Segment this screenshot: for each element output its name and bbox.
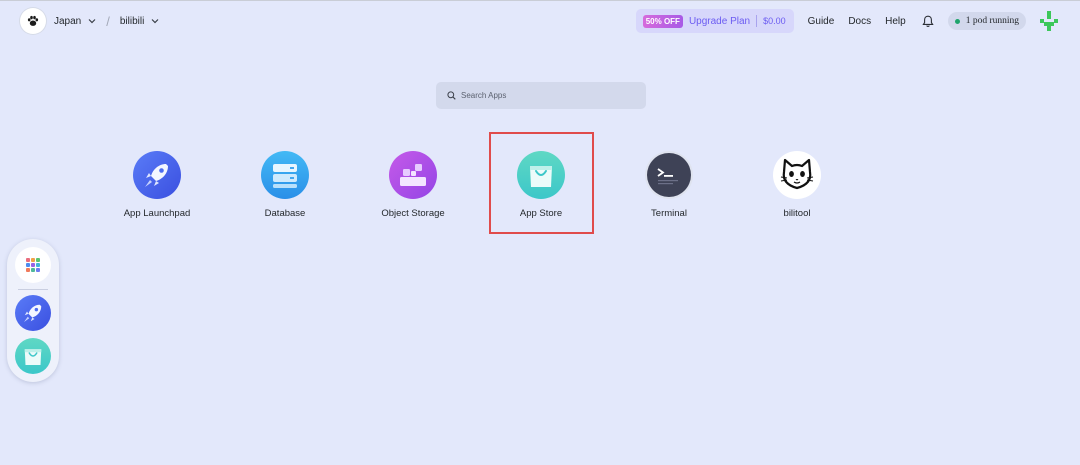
search-icon [447, 87, 456, 105]
database-icon [261, 151, 309, 199]
chevron-down-icon [151, 18, 159, 24]
paw-logo-icon[interactable] [20, 8, 46, 34]
object-storage-tile[interactable]: Object Storage [358, 151, 468, 219]
bell-icon[interactable] [922, 15, 934, 28]
discount-badge: 50% OFF [642, 14, 683, 28]
plan-divider [756, 15, 758, 27]
app-dock [7, 239, 59, 382]
pods-status-badge[interactable]: 1 pod running [947, 12, 1026, 30]
app-label: Object Storage [381, 208, 445, 219]
pixel-avatar-icon[interactable] [1038, 10, 1060, 32]
breadcrumb-separator: / [106, 13, 110, 29]
help-link[interactable]: Help [885, 16, 906, 27]
bilitool-tile[interactable]: bilitool [742, 151, 852, 219]
app-label: Database [264, 208, 306, 219]
guide-link[interactable]: Guide [808, 16, 835, 27]
top-bar: Japan / bilibili 50% OFF Upgrade Plan $0… [0, 1, 1080, 41]
workspace-label: bilibili [119, 15, 145, 27]
upgrade-plan-label: Upgrade Plan [688, 15, 751, 27]
terminal-icon [645, 151, 693, 199]
rocket-icon[interactable] [15, 295, 51, 331]
top-bar-left: Japan / bilibili [20, 8, 159, 34]
search-input[interactable] [461, 91, 631, 100]
region-label: Japan [54, 15, 82, 27]
database-tile[interactable]: Database [230, 151, 340, 219]
object-storage-icon [389, 151, 437, 199]
shopping-bag-icon[interactable] [15, 338, 51, 374]
plan-price: $0.00 [763, 16, 786, 26]
top-bar-right: 50% OFF Upgrade Plan $0.00 Guide Docs He… [635, 9, 1060, 33]
region-selector[interactable]: Japan [54, 16, 96, 27]
upgrade-plan-button[interactable]: 50% OFF Upgrade Plan $0.00 [635, 9, 794, 33]
workspace-selector[interactable]: bilibili [120, 16, 159, 27]
app-label: bilitool [783, 208, 811, 219]
dock-divider [18, 289, 48, 290]
rocket-icon [133, 151, 181, 199]
apps-grid-icon[interactable] [15, 247, 51, 283]
docs-link[interactable]: Docs [848, 16, 871, 27]
app-label: App Launchpad [123, 208, 191, 219]
pods-status-label: 1 pod running [965, 16, 1019, 26]
chevron-down-icon [88, 18, 96, 24]
cat-icon [773, 151, 821, 199]
app-launchpad-tile[interactable]: App Launchpad [102, 151, 212, 219]
search-bar [436, 82, 646, 109]
status-dot [954, 18, 960, 24]
terminal-tile[interactable]: Terminal [614, 151, 724, 219]
selection-highlight [489, 132, 594, 234]
app-label: Terminal [651, 208, 687, 219]
